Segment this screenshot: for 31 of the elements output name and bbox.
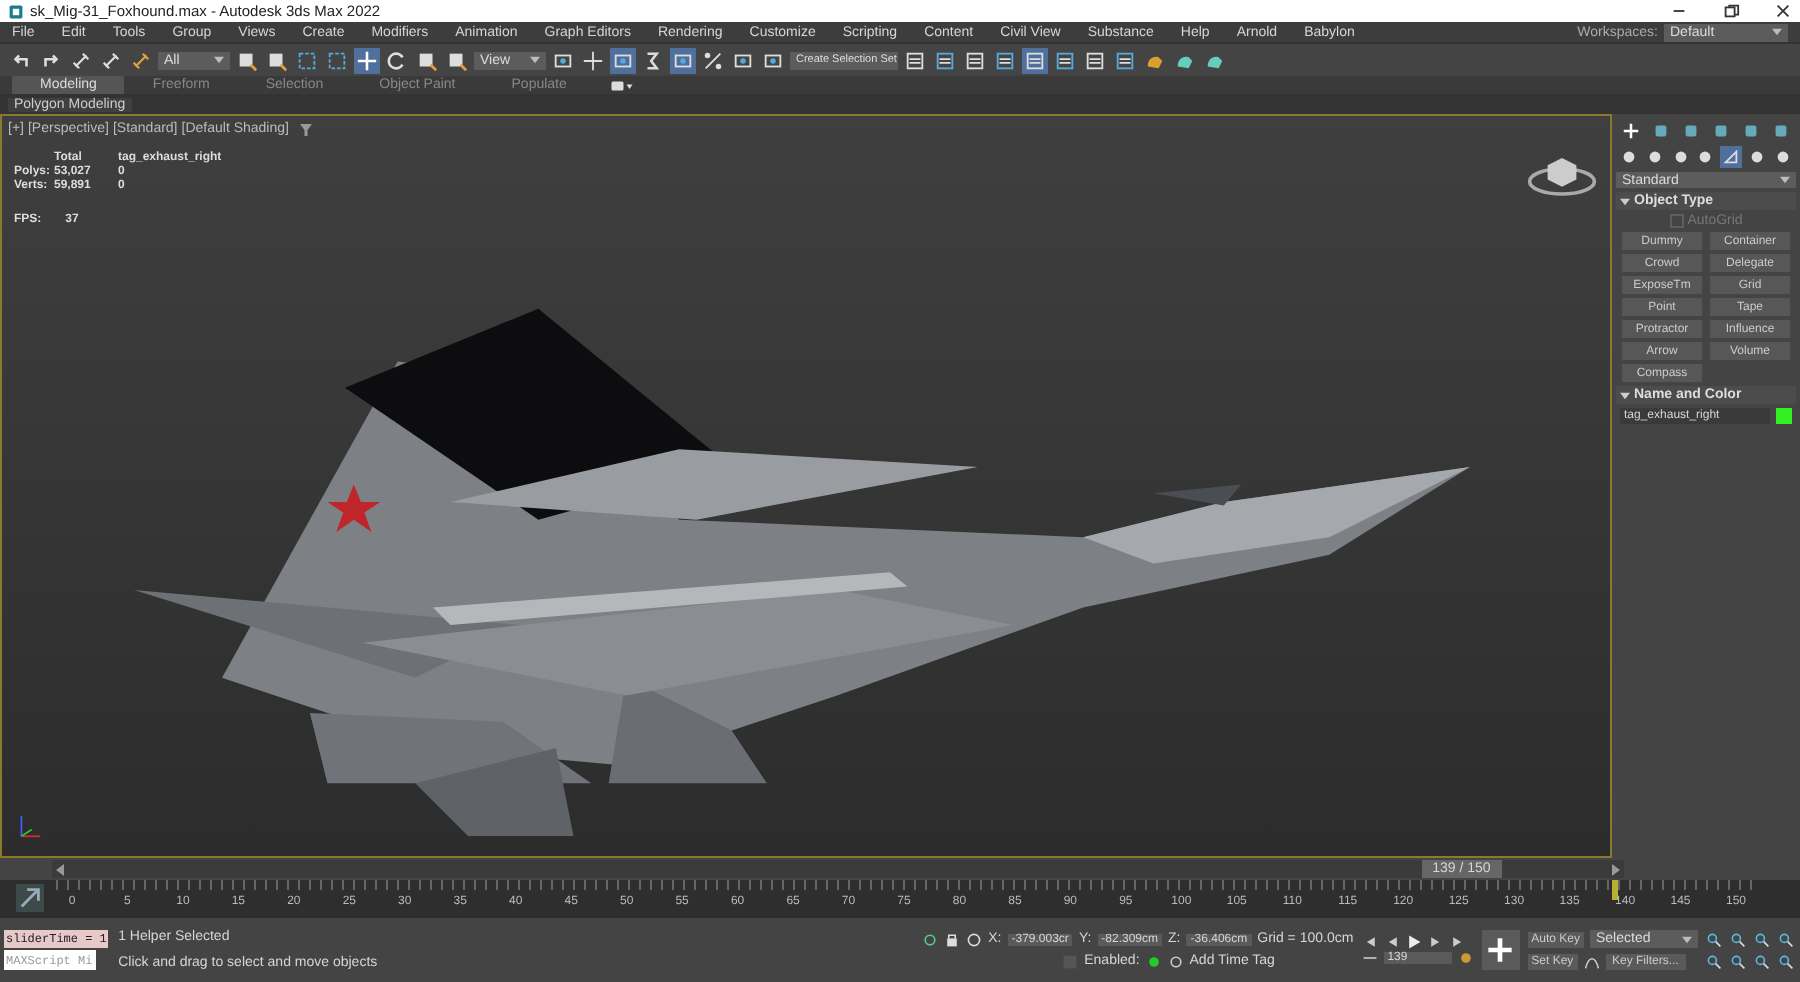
caret-icon	[1772, 28, 1782, 36]
create-icon[interactable]	[1620, 120, 1642, 142]
collapse-icon[interactable]	[1620, 197, 1630, 205]
ribbon-options-icon[interactable]	[610, 79, 635, 91]
current-frame-marker[interactable]	[1612, 880, 1619, 900]
select-manipulate-icon[interactable]	[580, 47, 606, 73]
restore-icon[interactable]	[1722, 2, 1740, 20]
key-tangent-icon[interactable]	[1583, 954, 1600, 970]
next-arrow-icon[interactable]	[1612, 863, 1620, 875]
enabled-indicator-icon[interactable]	[1145, 953, 1162, 969]
go-to-end-icon[interactable]	[1449, 934, 1466, 950]
percent-snap-icon[interactable]	[700, 47, 726, 73]
caret-icon	[1780, 176, 1790, 184]
filter-icon[interactable]	[300, 123, 313, 135]
move-icon[interactable]	[354, 47, 380, 73]
set-key-large-button[interactable]	[1481, 930, 1520, 970]
caret-icon	[1682, 935, 1692, 943]
previous-arrow-icon[interactable]	[56, 863, 64, 875]
caret-icon	[530, 56, 540, 64]
zoom-icon[interactable]	[1706, 931, 1722, 947]
window-crossing-icon[interactable]	[324, 47, 350, 73]
caret-icon	[214, 56, 224, 64]
track-bar-toggle-icon[interactable]	[16, 884, 44, 912]
helpers-icon[interactable]	[1720, 146, 1743, 168]
axis-tripod-icon	[18, 812, 42, 840]
color-swatch[interactable]	[1776, 408, 1792, 424]
viewcube-icon[interactable]	[1526, 152, 1598, 200]
rectangle-select-icon[interactable]	[294, 47, 320, 73]
close-icon[interactable]	[1774, 2, 1792, 20]
collapse-icon[interactable]	[1620, 391, 1630, 399]
lock-icon[interactable]	[944, 931, 961, 947]
